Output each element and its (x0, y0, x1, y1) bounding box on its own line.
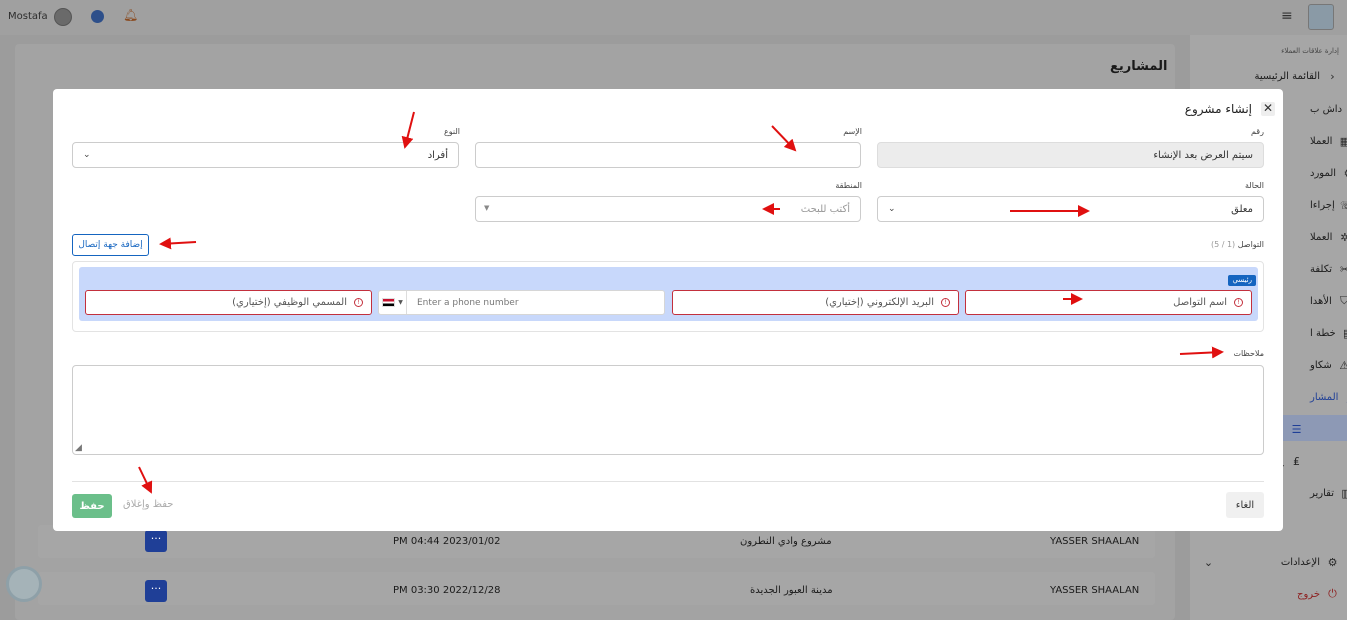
annotation-arrows (138, 111, 1224, 494)
annotation-arrow-add-contact (159, 237, 197, 250)
annotation-arrow-notes (1179, 346, 1224, 359)
annotation-arrow-save-close (138, 466, 153, 494)
annotation-arrow-name (771, 125, 797, 152)
annotation-arrow-type (401, 111, 415, 149)
